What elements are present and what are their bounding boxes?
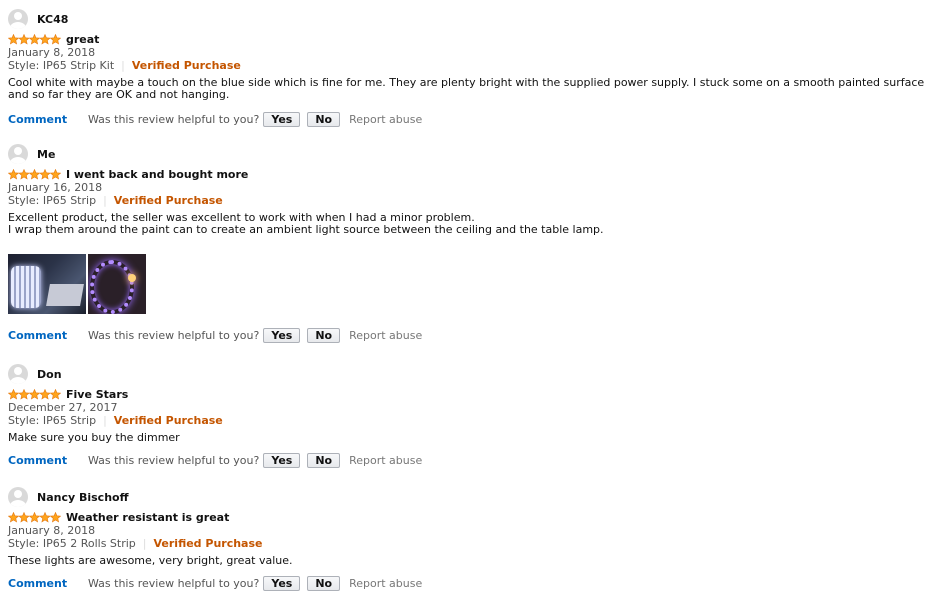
- avatar: [8, 144, 28, 164]
- review-date: January 16, 2018: [8, 181, 103, 194]
- report-abuse-link[interactable]: Report abuse: [349, 577, 422, 590]
- review-meta: Style: IP65 Strip | Verified Purchase: [8, 414, 938, 428]
- comment-link[interactable]: Comment: [8, 454, 88, 467]
- helpful-prompt: Was this review helpful to you?: [88, 328, 260, 342]
- star-icon: [39, 33, 51, 45]
- review-body-line: These lights are awesome, very bright, g…: [8, 554, 293, 567]
- helpful-prompt: Was this review helpful to you?: [88, 453, 260, 467]
- star-rating-icon[interactable]: [8, 33, 61, 45]
- star-icon: [8, 33, 20, 45]
- verified-purchase-badge: Verified Purchase: [153, 537, 263, 550]
- verified-purchase-badge: Verified Purchase: [113, 414, 223, 427]
- comment-link[interactable]: Comment: [8, 113, 88, 126]
- star-icon: [28, 511, 41, 523]
- reviewer-name[interactable]: Don: [37, 368, 62, 381]
- review-photo-thumbnail[interactable]: [88, 254, 146, 314]
- reviewer-profile[interactable]: Nancy Bischoff: [8, 486, 938, 508]
- reviewer-name[interactable]: Me: [37, 148, 55, 161]
- review-body: These lights are awesome, very bright, g…: [8, 555, 930, 567]
- reviewer-name[interactable]: Nancy Bischoff: [37, 491, 129, 504]
- report-abuse-link[interactable]: Report abuse: [349, 454, 422, 467]
- avatar: [8, 9, 28, 29]
- star-icon: [49, 33, 61, 45]
- star-icon: [28, 168, 41, 180]
- review-date: December 27, 2017: [8, 401, 118, 414]
- review-body: Make sure you buy the dimmer: [8, 432, 930, 444]
- helpful-yes-button[interactable]: Yes: [263, 575, 301, 591]
- review-3: Don Five Stars December 27, 2017 Style: …: [8, 363, 938, 468]
- helpful-yes-button[interactable]: Yes: [263, 111, 301, 127]
- star-icon: [39, 388, 51, 400]
- star-icon: [8, 511, 20, 523]
- review-body-line: Make sure you buy the dimmer: [8, 431, 180, 444]
- reviewer-name[interactable]: KC48: [37, 13, 68, 26]
- review-1: KC48 great January 8, 2018 Style: IP65 S…: [8, 8, 938, 127]
- avatar: [8, 364, 28, 384]
- meta-separator: |: [103, 194, 107, 207]
- review-date: January 8, 2018: [8, 524, 96, 537]
- report-abuse-link[interactable]: Report abuse: [349, 329, 422, 342]
- star-icon: [28, 33, 41, 45]
- review-meta: Style: IP65 2 Rolls Strip | Verified Purch…: [8, 537, 938, 551]
- comment-link[interactable]: Comment: [8, 577, 88, 590]
- star-icon: [8, 168, 20, 180]
- helpful-no-button[interactable]: No: [307, 327, 341, 343]
- review-photo-thumbnail[interactable]: [8, 254, 86, 314]
- helpful-no-button[interactable]: No: [307, 575, 341, 591]
- star-icon: [18, 168, 30, 180]
- review-actions: Comment Was this review helpful to you? …: [8, 327, 938, 343]
- review-2: Me I went back and bought more January 1…: [8, 143, 938, 343]
- star-icon: [49, 511, 61, 523]
- star-icon: [8, 388, 20, 400]
- star-rating-icon[interactable]: [8, 511, 61, 523]
- review-title[interactable]: Weather resistant is great: [66, 511, 229, 524]
- star-icon: [49, 388, 61, 400]
- review-date: January 8, 2018: [8, 46, 96, 59]
- review-style[interactable]: Style: IP65 Strip Kit: [8, 59, 114, 72]
- review-title[interactable]: I went back and bought more: [66, 168, 248, 181]
- review-style[interactable]: Style: IP65 2 Rolls Strip: [8, 537, 136, 550]
- helpful-yes-button[interactable]: Yes: [263, 327, 301, 343]
- review-body: Excellent product, the seller was excell…: [8, 212, 930, 236]
- star-icon: [18, 388, 30, 400]
- meta-separator: |: [142, 537, 147, 550]
- review-title[interactable]: Five Stars: [66, 388, 128, 401]
- star-icon: [28, 388, 41, 400]
- comment-link[interactable]: Comment: [8, 329, 88, 342]
- report-abuse-link[interactable]: Report abuse: [349, 113, 422, 126]
- review-4: Nancy Bischoff Weather resistant is grea…: [8, 486, 938, 591]
- helpful-no-button[interactable]: No: [307, 111, 341, 127]
- review-style[interactable]: Style: IP65 Strip: [8, 194, 96, 207]
- helpful-no-button[interactable]: No: [307, 452, 341, 468]
- verified-purchase-badge: Verified Purchase: [113, 194, 223, 207]
- meta-separator: |: [121, 59, 125, 72]
- star-icon: [18, 33, 30, 45]
- reviewer-profile[interactable]: Don: [8, 363, 938, 385]
- helpful-prompt: Was this review helpful to you?: [88, 576, 260, 590]
- star-icon: [39, 168, 51, 180]
- helpful-yes-button[interactable]: Yes: [263, 452, 301, 468]
- star-rating-icon[interactable]: [8, 388, 61, 400]
- star-icon: [18, 511, 30, 523]
- star-icon: [39, 511, 51, 523]
- review-body: Cool white with maybe a touch on the blu…: [8, 77, 930, 101]
- review-actions: Comment Was this review helpful to you? …: [8, 575, 938, 591]
- review-actions: Comment Was this review helpful to you? …: [8, 452, 938, 468]
- review-body-line: and so far they are OK and not hanging.: [8, 88, 230, 101]
- reviewer-profile[interactable]: KC48: [8, 8, 938, 30]
- helpful-prompt: Was this review helpful to you?: [88, 112, 260, 126]
- verified-purchase-badge: Verified Purchase: [131, 59, 241, 72]
- review-actions: Comment Was this review helpful to you? …: [8, 111, 938, 127]
- review-title[interactable]: great: [66, 33, 99, 46]
- review-meta: Style: IP65 Strip Kit | Verified Purchase: [8, 59, 938, 73]
- star-rating-icon[interactable]: [8, 168, 61, 180]
- review-body-line: I wrap them around the paint can to crea…: [8, 223, 604, 236]
- meta-separator: |: [103, 414, 107, 427]
- star-icon: [49, 168, 61, 180]
- avatar: [8, 487, 28, 507]
- reviewer-profile[interactable]: Me: [8, 143, 938, 165]
- review-photos: [8, 254, 938, 314]
- review-meta: Style: IP65 Strip | Verified Purchase: [8, 194, 938, 208]
- review-style[interactable]: Style: IP65 Strip: [8, 414, 96, 427]
